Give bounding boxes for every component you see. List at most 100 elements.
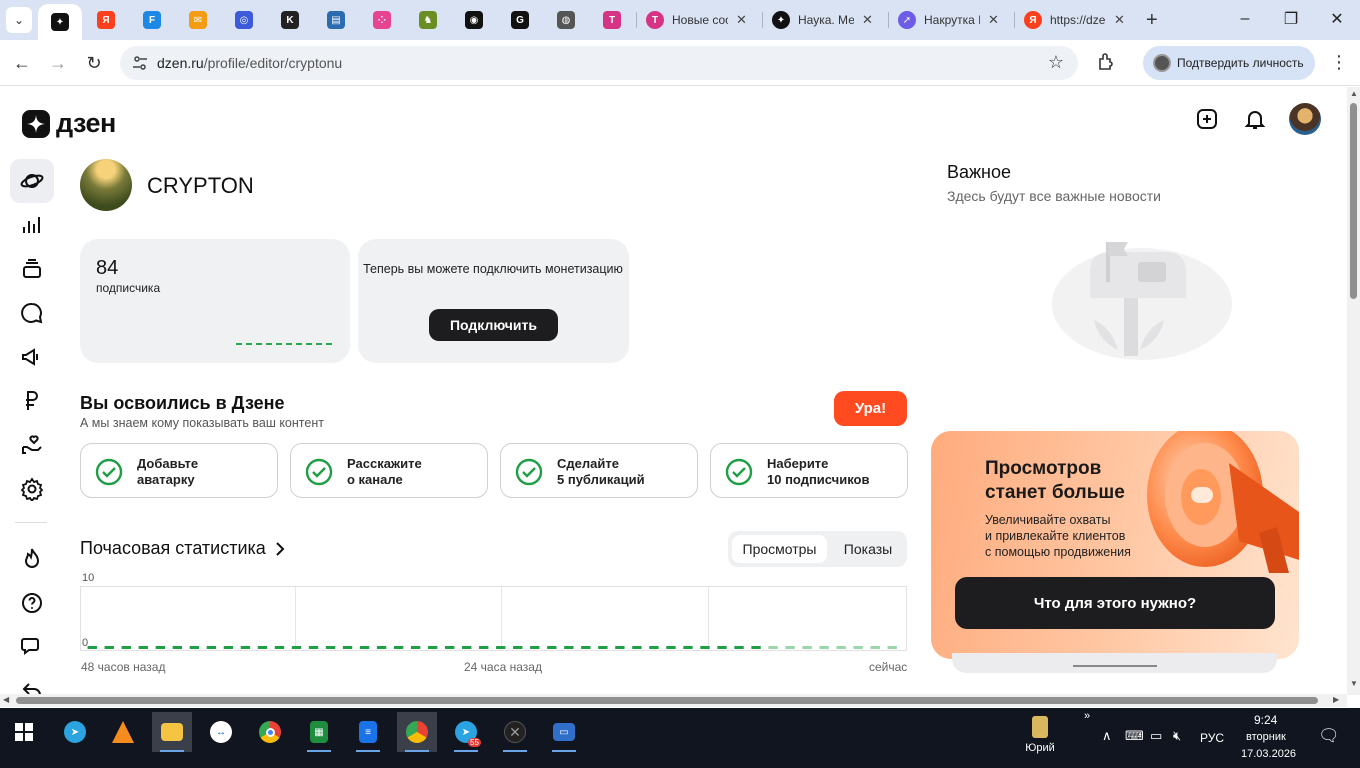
sidebar-item-comments[interactable] xyxy=(10,291,54,335)
forward-button[interactable]: → xyxy=(47,52,69,74)
restore-button[interactable]: ❐ xyxy=(1281,9,1301,29)
tab-search-button[interactable]: ⌄ xyxy=(6,7,32,33)
taskbar-teamviewer[interactable]: ↔ xyxy=(201,712,241,752)
user-avatar[interactable] xyxy=(1289,103,1321,135)
taskbar-remote-desktop[interactable]: ▭ xyxy=(544,712,584,752)
verify-identity-button[interactable]: Подтвердить личность xyxy=(1143,46,1315,80)
vertical-scroll-thumb[interactable] xyxy=(1350,103,1357,299)
pinned-tab[interactable]: G xyxy=(510,10,530,30)
browser-tab[interactable]: ✦ Наука. Ме ✕ xyxy=(772,8,873,32)
pinned-tab[interactable]: K xyxy=(280,10,300,30)
taskbar-chrome[interactable] xyxy=(250,712,290,752)
pinned-tab[interactable]: ◍ xyxy=(556,10,576,30)
chart-point xyxy=(138,646,148,649)
back-button[interactable]: ← xyxy=(11,52,33,74)
site-info-icon[interactable] xyxy=(132,55,148,71)
close-tab-icon[interactable]: ✕ xyxy=(862,12,873,28)
sidebar-item-publications[interactable] xyxy=(10,247,54,291)
browser-menu-icon[interactable]: ⋮ xyxy=(1330,52,1348,73)
promo-what-needed-button[interactable]: Что для этого нужно? xyxy=(955,577,1275,629)
horizontal-scrollbar[interactable]: ◀ ▶ xyxy=(0,694,1347,707)
url-text[interactable]: dzen.ru/profile/editor/cryptonu xyxy=(157,55,342,71)
pinned-tab[interactable]: ♞ xyxy=(418,10,438,30)
address-bar[interactable]: dzen.ru/profile/editor/cryptonu ☆ xyxy=(120,46,1078,80)
pinned-tab[interactable]: ⁘ xyxy=(372,10,392,30)
tab-shows[interactable]: Показы xyxy=(831,535,905,563)
new-tab-button[interactable]: + xyxy=(1146,10,1158,30)
close-window-button[interactable]: ✕ xyxy=(1327,9,1347,29)
overflow-chevron-icon[interactable]: » xyxy=(1084,710,1090,722)
subscribers-card[interactable]: 84 подписчика xyxy=(80,239,350,363)
pinned-tab[interactable]: T xyxy=(602,10,622,30)
onboarding-task[interactable]: Наберите 10 подписчиков xyxy=(710,443,908,498)
taskbar-user[interactable]: Юрий xyxy=(1022,716,1058,764)
minimize-button[interactable]: – xyxy=(1235,9,1255,29)
chart-point xyxy=(734,646,744,649)
extensions-icon[interactable] xyxy=(1096,52,1116,72)
taskbar-sheets[interactable]: ▦ xyxy=(299,712,339,752)
create-plus-icon[interactable] xyxy=(1195,107,1219,131)
input-method-icon[interactable]: ⌨ xyxy=(1125,728,1144,744)
sidebar-item-promotion[interactable] xyxy=(10,335,54,379)
clock-day[interactable]: вторник xyxy=(1246,731,1286,743)
onboarding-task[interactable]: Добавьте аватарку xyxy=(80,443,278,498)
taskbar-chrome-profile[interactable] xyxy=(397,712,437,752)
close-tab-icon[interactable]: ✕ xyxy=(1114,12,1125,28)
bookmark-star-icon[interactable]: ☆ xyxy=(1048,52,1064,73)
pinned-tab[interactable]: F xyxy=(142,10,162,30)
taskbar-telegram-2[interactable]: ➤ 55 xyxy=(446,712,486,752)
network-icon[interactable]: ▭ xyxy=(1150,728,1162,744)
scroll-left-icon[interactable]: ◀ xyxy=(3,695,9,704)
tab-views[interactable]: Просмотры xyxy=(732,535,827,563)
start-button[interactable] xyxy=(4,712,44,752)
sidebar-item-help[interactable] xyxy=(10,581,54,625)
onboarding-task[interactable]: Сделайте 5 публикаций xyxy=(500,443,698,498)
taskbar-docs[interactable]: ≡ xyxy=(348,712,388,752)
sidebar-item-support[interactable] xyxy=(10,423,54,467)
language-indicator[interactable]: РУС xyxy=(1200,731,1224,745)
ura-button[interactable]: Ура! xyxy=(834,391,907,426)
sidebar-item-monetization[interactable] xyxy=(10,379,54,423)
taskbar-vlc[interactable] xyxy=(103,712,143,752)
close-tab-icon[interactable]: ✕ xyxy=(736,12,747,28)
hourly-stats-link[interactable]: Почасовая статистика xyxy=(80,538,286,559)
vertical-scrollbar[interactable]: ▲ ▼ xyxy=(1347,87,1360,695)
clock-time[interactable]: 9:24 xyxy=(1254,713,1277,727)
pinned-tab[interactable]: ◎ xyxy=(234,10,254,30)
taskbar-telegram[interactable]: ➤ xyxy=(55,712,95,752)
reload-button[interactable]: ↻ xyxy=(83,52,105,74)
pinned-tab[interactable]: Я xyxy=(96,10,116,30)
sidebar-item-channel[interactable] xyxy=(10,159,54,203)
pinned-tab[interactable]: ◉ xyxy=(464,10,484,30)
onboarding-task[interactable]: Расскажите о канале xyxy=(290,443,488,498)
scroll-right-icon[interactable]: ▶ xyxy=(1333,695,1339,704)
notifications-bell-icon[interactable] xyxy=(1243,107,1267,131)
tray-expand-icon[interactable]: ∧ xyxy=(1102,728,1112,744)
scroll-down-icon[interactable]: ▼ xyxy=(1350,679,1358,688)
subscribers-sparkline xyxy=(236,343,332,347)
pinned-tab[interactable]: ▤ xyxy=(326,10,346,30)
active-tab[interactable]: ✦ xyxy=(38,4,82,40)
sidebar-item-stats[interactable] xyxy=(10,203,54,247)
dzen-logo[interactable]: дзен xyxy=(22,108,116,139)
volume-muted-icon[interactable]: 🔇︎ xyxy=(1173,728,1181,744)
help-circle-icon xyxy=(22,593,42,613)
taskbar-app-x[interactable]: ✕ xyxy=(495,712,535,752)
sidebar-item-trends[interactable] xyxy=(10,537,54,581)
sidebar-item-settings[interactable] xyxy=(10,467,54,511)
horizontal-scroll-thumb[interactable] xyxy=(16,697,1318,704)
notification-center-icon[interactable]: 🗨︎ xyxy=(1318,726,1340,746)
sidebar-item-back[interactable] xyxy=(10,669,54,695)
browser-tab[interactable]: T Новые соо ✕ xyxy=(646,8,747,32)
clock-date[interactable]: 17.03.2026 xyxy=(1241,748,1296,760)
carousel-indicator[interactable] xyxy=(1073,665,1157,667)
channel-avatar[interactable] xyxy=(80,159,132,211)
sidebar-item-feedback[interactable] xyxy=(10,625,54,669)
close-tab-icon[interactable]: ✕ xyxy=(988,12,999,28)
connect-monetization-button[interactable]: Подключить xyxy=(429,309,558,341)
browser-tab[interactable]: Яhttps://dze ✕ xyxy=(1024,8,1125,32)
pinned-tab[interactable]: ✉ xyxy=(188,10,208,30)
browser-tab[interactable]: ➚ Накрутка I ✕ xyxy=(898,8,999,32)
scroll-up-icon[interactable]: ▲ xyxy=(1350,89,1358,98)
taskbar-explorer[interactable] xyxy=(152,712,192,752)
